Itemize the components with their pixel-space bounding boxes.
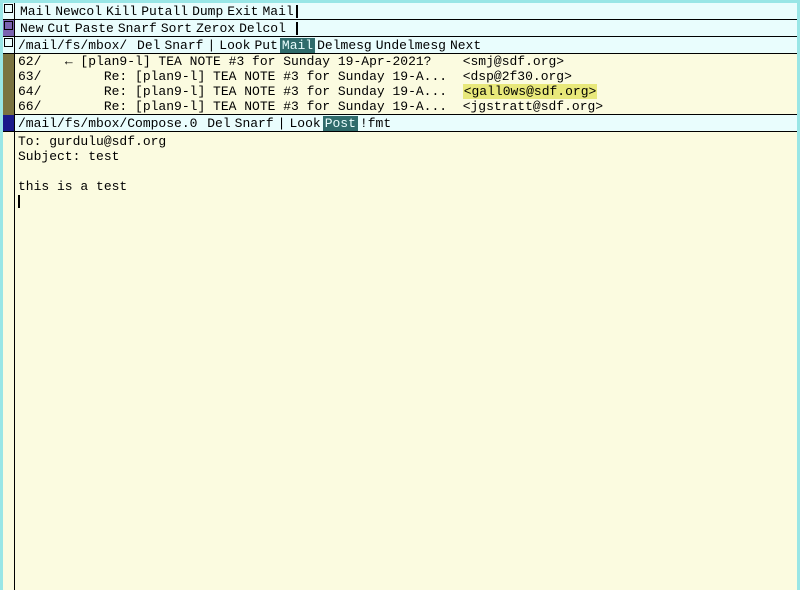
compose-body-area: To: gurdulu@sdf.org Subject: test this i…: [3, 132, 797, 590]
cmd-del[interactable]: Del: [135, 38, 162, 53]
cmd-sort[interactable]: Sort: [159, 21, 194, 36]
message-row[interactable]: 64/ Re: [plan9-l] TEA NOTE #3 for Sunday…: [18, 84, 794, 99]
reply-arrow-icon: ←: [57, 54, 80, 69]
cmd-exit[interactable]: Exit: [225, 4, 260, 19]
subject-value[interactable]: test: [88, 149, 119, 164]
layout-box-icon: [4, 38, 13, 47]
cmd-paste[interactable]: Paste: [73, 21, 116, 36]
cmd-mail-extra[interactable]: Mail: [261, 4, 296, 19]
mbox-scroll-gutter[interactable]: [3, 54, 15, 115]
layout-box-icon: [4, 21, 13, 30]
cmd-post-selected[interactable]: Post: [323, 116, 358, 131]
cmd-kill[interactable]: Kill: [104, 4, 139, 19]
message-from[interactable]: <dsp@2f30.org>: [463, 69, 572, 84]
cmd-dump[interactable]: Dump: [190, 4, 225, 19]
message-subject[interactable]: Re: [plan9-l] TEA NOTE #3 for Sunday 19-…: [80, 84, 462, 99]
cmd-undelmesg[interactable]: Undelmesg: [374, 38, 448, 53]
cmd-delcol[interactable]: Delcol: [237, 21, 288, 36]
cmd-new[interactable]: New: [18, 21, 45, 36]
dirty-indicator-icon: [4, 116, 13, 125]
cmd-newcol[interactable]: Newcol: [53, 4, 104, 19]
cmd-look[interactable]: Look: [217, 38, 252, 53]
cmd-zerox[interactable]: Zerox: [194, 21, 237, 36]
message-from[interactable]: <smj@sdf.org>: [463, 54, 564, 69]
cmd-cut[interactable]: Cut: [45, 21, 72, 36]
to-label: To:: [18, 134, 41, 149]
column-tag[interactable]: New Cut Paste Snarf Sort Zerox Delcol: [15, 20, 797, 36]
global-tag[interactable]: Mail Newcol Kill Putall Dump Exit Mail: [15, 3, 797, 19]
message-subject[interactable]: [plan9-l] TEA NOTE #3 for Sunday 19-Apr-…: [80, 54, 462, 69]
compose-tag[interactable]: /mail/fs/mbox/Compose.0 Del Snarf | Look…: [15, 115, 797, 131]
mbox-gutter[interactable]: [3, 37, 15, 53]
pipe-sep: |: [276, 116, 288, 131]
message-from[interactable]: <gall0ws@sdf.org>: [463, 84, 598, 99]
cmd-delmesg[interactable]: Delmesg: [315, 38, 374, 53]
compose-tag-row: /mail/fs/mbox/Compose.0 Del Snarf | Look…: [3, 115, 797, 132]
caret-icon: [296, 22, 298, 35]
compose-editor[interactable]: To: gurdulu@sdf.org Subject: test this i…: [15, 132, 797, 590]
message-id[interactable]: 63/: [18, 69, 57, 84]
mbox-tag[interactable]: /mail/fs/mbox/ Del Snarf | Look Put Mail…: [15, 37, 797, 53]
pipe-sep: |: [205, 38, 217, 53]
cmd-mail[interactable]: Mail: [18, 4, 53, 19]
reply-arrow-icon: [57, 69, 80, 84]
cursor-icon: [18, 195, 20, 208]
message-id[interactable]: 66/: [18, 99, 57, 114]
cmd-put[interactable]: Put: [252, 38, 279, 53]
cmd-del[interactable]: Del: [205, 116, 232, 131]
subject-label: Subject:: [18, 149, 80, 164]
cmd-look[interactable]: Look: [287, 116, 322, 131]
message-subject[interactable]: Re: [plan9-l] TEA NOTE #3 for Sunday 19-…: [80, 99, 462, 114]
reply-arrow-icon: [57, 84, 80, 99]
caret-icon: [296, 5, 298, 18]
cmd-next[interactable]: Next: [448, 38, 483, 53]
message-row[interactable]: 66/ Re: [plan9-l] TEA NOTE #3 for Sunday…: [18, 99, 794, 114]
cmd-snarf[interactable]: Snarf: [116, 21, 159, 36]
message-subject[interactable]: Re: [plan9-l] TEA NOTE #3 for Sunday 19-…: [80, 69, 462, 84]
compose-gutter[interactable]: [3, 115, 15, 131]
to-value[interactable]: gurdulu@sdf.org: [49, 134, 166, 149]
message-id[interactable]: 62/: [18, 54, 57, 69]
mbox-body-area: 62/ ← [plan9-l] TEA NOTE #3 for Sunday 1…: [3, 54, 797, 115]
layout-box-icon: [4, 4, 13, 13]
cmd-mail-selected[interactable]: Mail: [280, 38, 315, 53]
column-tag-row: New Cut Paste Snarf Sort Zerox Delcol: [3, 20, 797, 37]
column-gutter[interactable]: [3, 20, 15, 36]
mbox-tag-row: /mail/fs/mbox/ Del Snarf | Look Put Mail…: [3, 37, 797, 54]
cmd-snarf[interactable]: Snarf: [162, 38, 205, 53]
mbox-message-list[interactable]: 62/ ← [plan9-l] TEA NOTE #3 for Sunday 1…: [15, 54, 797, 115]
cmd-putall[interactable]: Putall: [139, 4, 190, 19]
message-id[interactable]: 64/: [18, 84, 57, 99]
global-tag-row: Mail Newcol Kill Putall Dump Exit Mail: [3, 3, 797, 20]
cmd-fmt[interactable]: !fmt: [358, 116, 393, 131]
reply-arrow-icon: [57, 99, 80, 114]
message-row[interactable]: 63/ Re: [plan9-l] TEA NOTE #3 for Sunday…: [18, 69, 794, 84]
compose-path[interactable]: /mail/fs/mbox/Compose.0: [18, 116, 197, 131]
compose-scroll-gutter[interactable]: [3, 132, 15, 590]
cmd-snarf[interactable]: Snarf: [233, 116, 276, 131]
message-from[interactable]: <jgstratt@sdf.org>: [463, 99, 603, 114]
mbox-path[interactable]: /mail/fs/mbox/: [18, 38, 127, 53]
global-gutter[interactable]: [3, 3, 15, 19]
message-row[interactable]: 62/ ← [plan9-l] TEA NOTE #3 for Sunday 1…: [18, 54, 794, 69]
compose-content[interactable]: this is a test: [18, 179, 127, 194]
